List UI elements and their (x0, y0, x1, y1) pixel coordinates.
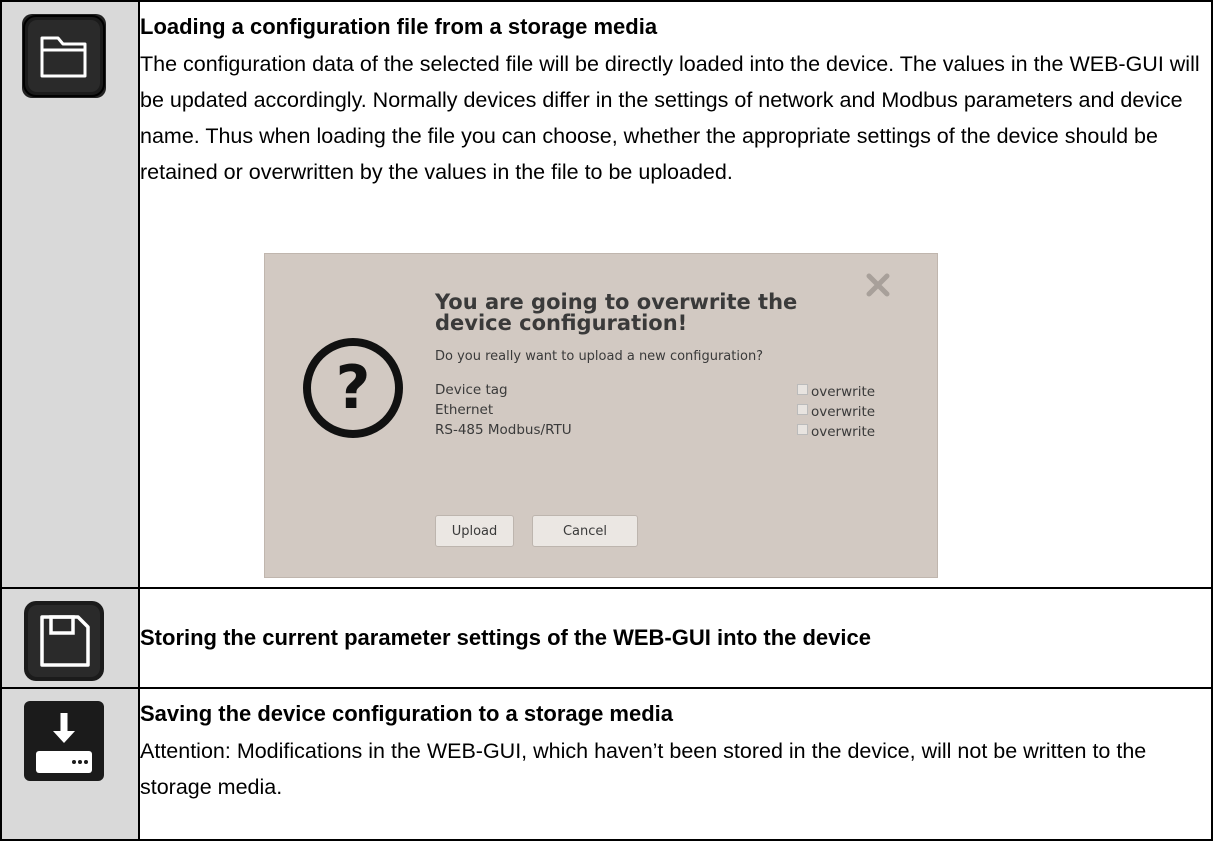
checkbox-label: overwrite (811, 424, 876, 440)
question-mark-icon: ? (303, 338, 403, 438)
checkbox-label: overwrite (811, 384, 876, 400)
overwrite-checkbox[interactable] (797, 384, 808, 395)
section-title: Loading a configuration file from a stor… (140, 14, 658, 39)
section-body: The configuration data of the selected f… (140, 52, 1200, 184)
table-row: Storing the current parameter settings o… (0, 587, 1213, 689)
folder-icon[interactable] (22, 14, 106, 98)
option-row: Ethernet overwrite (435, 402, 885, 422)
download-to-drive-icon[interactable] (22, 699, 106, 783)
option-label: Ethernet (435, 402, 494, 418)
save-disk-icon[interactable] (22, 599, 106, 683)
overwrite-config-dialog: ? You are going to overwrite the device … (264, 253, 938, 578)
icon-cell (0, 587, 140, 689)
overwrite-checkbox[interactable] (797, 404, 808, 415)
table-row: Saving the device configuration to a sto… (0, 687, 1213, 841)
option-row: Device tag overwrite (435, 382, 885, 402)
option-label: Device tag (435, 382, 508, 398)
section-title: Saving the device configuration to a sto… (140, 701, 674, 726)
option-row: RS-485 Modbus/RTU overwrite (435, 422, 885, 442)
section-body: Attention: Modifications in the WEB-GUI,… (140, 739, 1147, 799)
dialog-question: Do you really want to upload a new confi… (435, 349, 764, 364)
dialog-title: You are going to overwrite the device co… (435, 290, 798, 335)
close-x-icon[interactable] (865, 272, 891, 298)
option-label: RS-485 Modbus/RTU (435, 422, 572, 438)
cancel-button[interactable]: Cancel (532, 515, 638, 547)
svg-text:?: ? (336, 353, 371, 423)
icon-cell (0, 0, 140, 589)
description-cell: Saving the device configuration to a sto… (138, 687, 1213, 841)
upload-button[interactable]: Upload (435, 515, 514, 547)
section-title: Storing the current parameter settings o… (140, 625, 871, 650)
description-cell: Storing the current parameter settings o… (138, 587, 1213, 689)
checkbox-label: overwrite (811, 404, 876, 420)
dialog-options: Device tag overwrite Ethernet overwrite … (435, 382, 885, 442)
overwrite-checkbox[interactable] (797, 424, 808, 435)
icon-cell (0, 687, 140, 841)
